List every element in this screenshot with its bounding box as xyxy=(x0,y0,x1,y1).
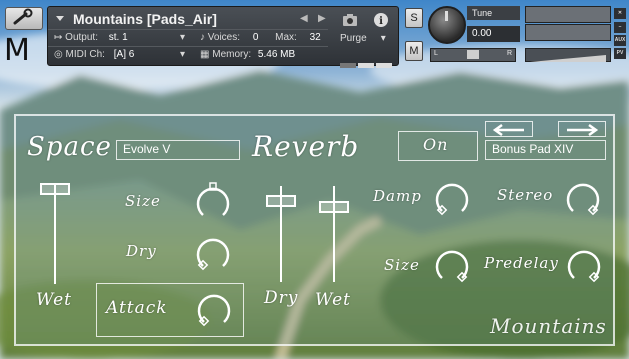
left-arrow-icon xyxy=(492,123,524,137)
stereo-label: Stereo xyxy=(497,186,554,204)
predelay-knob[interactable] xyxy=(564,245,604,285)
wet-slider-thumb[interactable] xyxy=(40,183,70,195)
tune-knob[interactable] xyxy=(428,6,466,44)
reverb-dry-slider-thumb[interactable] xyxy=(266,195,296,207)
midi-icon: ◎ xyxy=(54,49,63,60)
wrench-button[interactable] xyxy=(5,7,43,30)
reverb-preset-field[interactable]: Bonus Pad XIV xyxy=(485,140,606,160)
volume-slider[interactable] xyxy=(525,48,611,62)
chevron-down-icon[interactable]: ▾ xyxy=(180,49,185,60)
close-button[interactable]: ✕ xyxy=(614,8,626,19)
output-label: Output: xyxy=(65,32,98,43)
reverb-size-knob[interactable] xyxy=(432,245,472,285)
wrench-icon xyxy=(13,8,33,25)
prev-arrow-icon[interactable]: ◀ xyxy=(300,13,308,24)
mute-button[interactable]: M xyxy=(405,41,423,61)
attack-knob[interactable] xyxy=(194,289,234,329)
purge-menu[interactable]: Purge ▾ xyxy=(340,33,394,47)
chevron-down-icon[interactable]: ▾ xyxy=(180,32,185,43)
midi-value[interactable]: [A] 6 xyxy=(114,49,135,60)
reverb-size-label: Size xyxy=(384,256,420,274)
dry-label: Dry xyxy=(126,242,157,260)
damp-label: Damp xyxy=(373,187,422,205)
kontakt-instrument-window: M Mountains [Pads_Air] ◀ ▶ i ↦ Output: s… xyxy=(0,0,629,359)
voices-icon: ♪ xyxy=(200,32,205,43)
output-value[interactable]: st. 1 xyxy=(109,32,128,43)
max-label: Max: xyxy=(275,32,297,43)
minimize-button[interactable]: – xyxy=(614,22,626,33)
level-meter-right xyxy=(525,24,611,41)
predelay-label: Predelay xyxy=(484,254,559,272)
midi-label: MIDI Ch: xyxy=(65,49,105,60)
dropdown-arrow-icon[interactable] xyxy=(56,16,64,21)
memory-icon: ▦ xyxy=(200,49,210,60)
instrument-name[interactable]: Mountains [Pads_Air] xyxy=(73,11,217,27)
level-meter-left xyxy=(525,6,611,23)
camera-icon[interactable] xyxy=(342,12,358,28)
reverb-on-toggle[interactable]: On xyxy=(398,131,478,161)
voices-value: 0 xyxy=(252,32,259,43)
aux-button[interactable]: AUX xyxy=(614,35,626,46)
pan-slider[interactable]: L R xyxy=(430,48,516,62)
instrument-header: Mountains [Pads_Air] ◀ ▶ i ↦ Output: st.… xyxy=(47,6,399,68)
svg-text:i: i xyxy=(379,16,383,27)
brand-logo: Mountains xyxy=(490,314,607,338)
next-preset-button[interactable] xyxy=(558,121,606,137)
memory-label: Memory: xyxy=(212,49,252,60)
next-arrow-icon[interactable]: ▶ xyxy=(318,13,326,24)
reverb-title: Reverb xyxy=(252,130,360,163)
space-title: Space xyxy=(27,132,112,162)
attack-label: Attack xyxy=(106,298,168,318)
pv-button[interactable]: PV xyxy=(614,48,626,59)
solo-button[interactable]: S xyxy=(405,8,423,28)
memory-value: 5.46 MB xyxy=(257,49,296,60)
size-label: Size xyxy=(125,192,161,210)
right-arrow-icon xyxy=(567,123,599,137)
stereo-knob[interactable] xyxy=(563,178,603,218)
dry-knob[interactable] xyxy=(193,233,233,273)
wet-label: Wet xyxy=(36,290,72,310)
prev-preset-button[interactable] xyxy=(485,121,533,137)
reverb-wet-label: Wet xyxy=(315,290,351,310)
reverb-dry-label: Dry xyxy=(264,288,299,308)
kontakt-logo: M xyxy=(4,33,30,68)
tune-label: Tune xyxy=(467,6,520,20)
voices-label: Voices: xyxy=(207,32,241,43)
wet-slider-track[interactable] xyxy=(54,184,56,284)
reverb-wet-slider-thumb[interactable] xyxy=(319,201,349,213)
damp-knob[interactable] xyxy=(432,178,472,218)
size-knob[interactable] xyxy=(193,182,233,222)
output-icon: ↦ xyxy=(54,32,63,43)
info-icon[interactable]: i xyxy=(373,12,389,28)
space-preset-field[interactable]: Evolve V xyxy=(116,140,240,160)
tune-value[interactable]: 0.00 xyxy=(467,26,520,42)
purge-indicator xyxy=(340,53,394,68)
max-voices-value[interactable]: 32 xyxy=(310,32,321,43)
